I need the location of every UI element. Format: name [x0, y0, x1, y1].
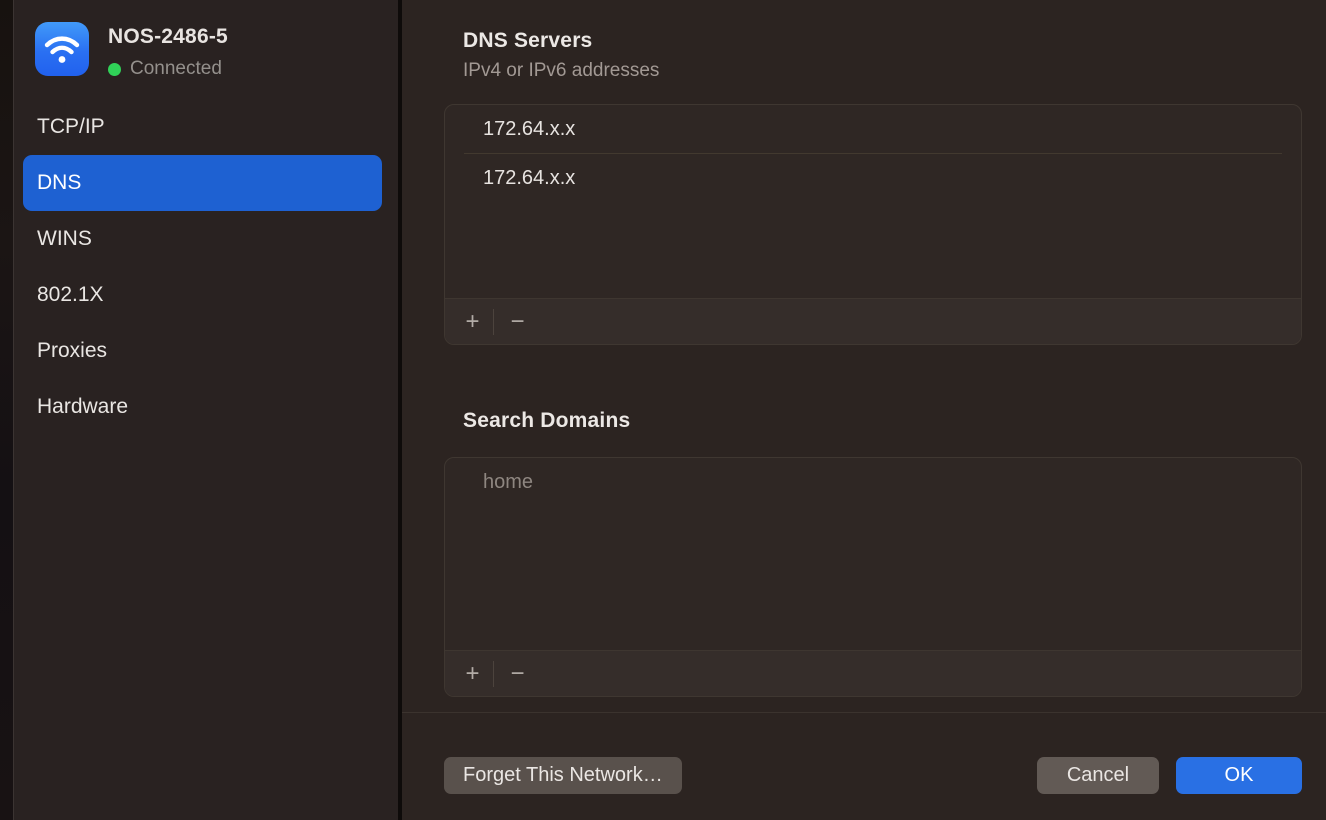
sidebar-item-hardware[interactable]: Hardware	[23, 379, 382, 435]
sidebar-item-tcpip[interactable]: TCP/IP	[23, 99, 382, 155]
cancel-button[interactable]: Cancel	[1037, 757, 1159, 794]
dns-servers-list: 172.64.x.x 172.64.x.x + −	[444, 104, 1302, 345]
ok-button[interactable]: OK	[1176, 757, 1302, 794]
network-name: NOS-2486-5	[108, 25, 228, 49]
search-domain-value: home	[483, 471, 533, 494]
dns-servers-title: DNS Servers	[463, 29, 592, 53]
forget-network-button[interactable]: Forget This Network…	[444, 757, 682, 794]
dns-servers-toolbar: + −	[445, 298, 1301, 344]
window-backdrop-edge	[0, 0, 13, 820]
footer-divider	[402, 712, 1326, 713]
status-row: Connected	[108, 58, 228, 80]
wifi-icon	[35, 22, 89, 76]
search-domain-row[interactable]: home	[445, 458, 1301, 506]
remove-dns-server-button[interactable]: −	[501, 305, 534, 339]
settings-nav: TCP/IP DNS WINS 802.1X Proxies Hardware	[14, 99, 398, 435]
connected-status-label: Connected	[130, 58, 222, 80]
search-domains-toolbar: + −	[445, 650, 1301, 696]
sidebar-item-dns[interactable]: DNS	[23, 155, 382, 211]
search-domains-title: Search Domains	[463, 409, 630, 433]
sidebar: NOS-2486-5 Connected TCP/IP DNS WINS 802…	[13, 0, 398, 820]
toolbar-separator	[493, 661, 494, 687]
dns-servers-subtitle: IPv4 or IPv6 addresses	[463, 60, 659, 82]
add-search-domain-button[interactable]: +	[456, 657, 489, 691]
network-header: NOS-2486-5 Connected	[35, 22, 228, 80]
network-meta: NOS-2486-5 Connected	[108, 22, 228, 80]
add-dns-server-button[interactable]: +	[456, 305, 489, 339]
sidebar-item-proxies[interactable]: Proxies	[23, 323, 382, 379]
remove-search-domain-button[interactable]: −	[501, 657, 534, 691]
dns-server-row[interactable]: 172.64.x.x	[445, 105, 1301, 153]
connected-status-dot	[108, 63, 121, 76]
sidebar-item-8021x[interactable]: 802.1X	[23, 267, 382, 323]
dns-server-value: 172.64.x.x	[483, 167, 575, 190]
sidebar-item-wins[interactable]: WINS	[23, 211, 382, 267]
search-domains-list: home + −	[444, 457, 1302, 697]
footer-actions: Forget This Network… Cancel OK	[444, 757, 1302, 794]
dns-server-value: 172.64.x.x	[483, 118, 575, 141]
network-details-sheet: NOS-2486-5 Connected TCP/IP DNS WINS 802…	[0, 0, 1326, 820]
toolbar-separator	[493, 309, 494, 335]
dns-server-row[interactable]: 172.64.x.x	[445, 154, 1301, 202]
dns-settings-panel: DNS Servers IPv4 or IPv6 addresses 172.6…	[402, 0, 1326, 820]
